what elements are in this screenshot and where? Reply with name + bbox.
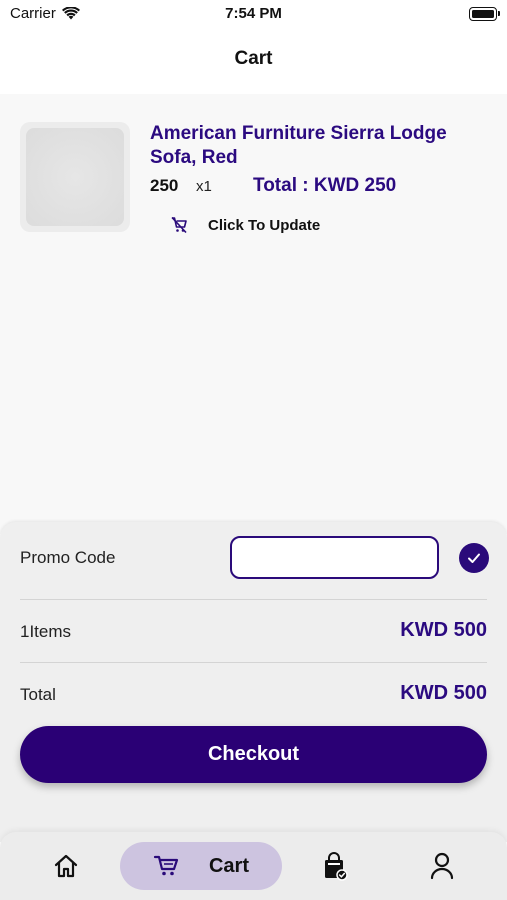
total-label: Total <box>20 685 56 704</box>
item-total: Total : KWD 250 <box>253 175 397 196</box>
total-row: Total KWD 500 <box>20 663 487 725</box>
tab-cart-label: Cart <box>208 854 249 877</box>
battery-icon <box>469 7 500 21</box>
product-quantity: x1 <box>196 178 212 195</box>
status-bar: Carrier 7:54 PM <box>0 0 507 30</box>
tab-cart[interactable]: Cart <box>120 842 282 890</box>
promo-label: Promo Code <box>20 548 116 567</box>
update-label: Click To Update <box>208 216 321 234</box>
bottom-tab-bar: Cart <box>0 832 507 900</box>
product-image[interactable] <box>20 122 130 232</box>
order-summary: Promo Code 1Items KWD 500 Total KWD 500 … <box>0 522 507 842</box>
orders-bag-icon <box>325 852 348 881</box>
tab-profile[interactable] <box>418 842 466 890</box>
profile-icon <box>430 852 454 880</box>
items-count-label: 1Items <box>20 622 72 641</box>
cart-content: American Furniture Sierra Lodge Sofa, Re… <box>0 94 507 534</box>
tab-orders[interactable] <box>310 842 358 890</box>
promo-code-input[interactable] <box>230 536 439 579</box>
items-amount: KWD 500 <box>400 619 487 641</box>
product-name[interactable]: American Furniture Sierra Lodge Sofa, Re… <box>150 122 480 170</box>
tab-home[interactable] <box>42 842 90 890</box>
apply-promo-button[interactable] <box>459 543 489 573</box>
total-amount: KWD 500 <box>400 682 487 704</box>
product-price: 250 <box>150 176 179 195</box>
items-row: 1Items KWD 500 <box>20 600 487 662</box>
page-title: Cart <box>234 48 273 69</box>
cart-item[interactable]: American Furniture Sierra Lodge Sofa, Re… <box>20 122 490 252</box>
home-icon <box>54 854 78 878</box>
update-item-button[interactable]: Click To Update <box>170 216 320 234</box>
checkout-button[interactable]: Checkout <box>20 726 487 783</box>
product-image-placeholder <box>26 128 124 226</box>
nav-header: Cart <box>0 30 507 94</box>
check-icon <box>468 553 480 563</box>
remove-cart-icon <box>171 216 187 234</box>
clock: 7:54 PM <box>225 5 282 22</box>
cart-icon <box>153 855 179 876</box>
